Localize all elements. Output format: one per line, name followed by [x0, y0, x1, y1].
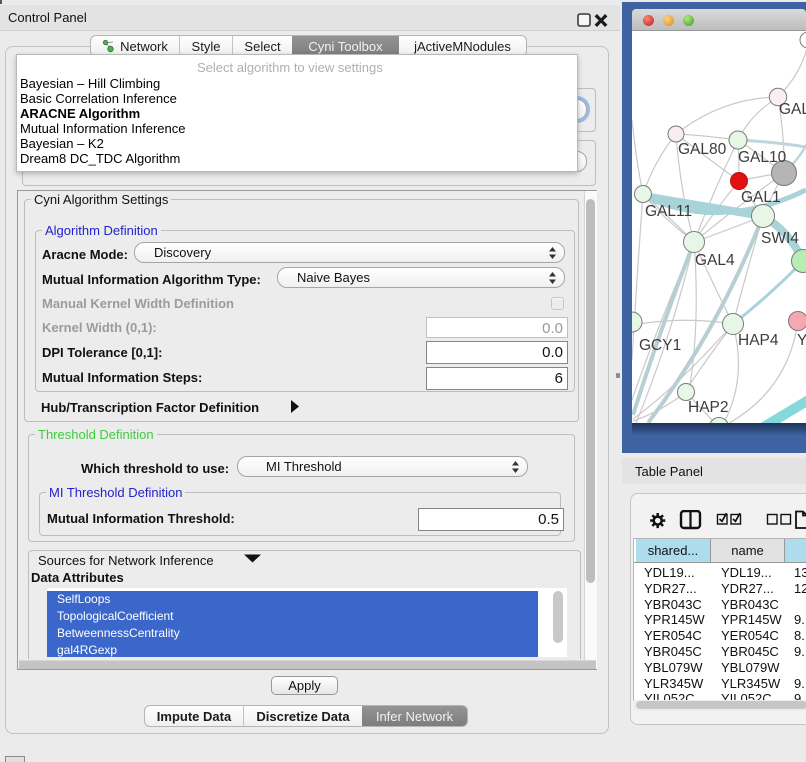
svg-text:GAL11: GAL11 [645, 203, 692, 220]
svg-text:GCY1: GCY1 [639, 337, 681, 354]
svg-text:GAL4: GAL4 [695, 252, 735, 269]
svg-text:GAL80: GAL80 [678, 141, 727, 158]
svg-text:YM: YM [797, 332, 806, 349]
svg-text:SWI4: SWI4 [761, 230, 799, 247]
svg-text:GAL10: GAL10 [738, 149, 787, 166]
svg-text:GAL1: GAL1 [741, 189, 781, 206]
svg-text:HAP2: HAP2 [688, 399, 729, 416]
svg-text:GAL2: GAL2 [779, 101, 806, 118]
svg-text:HAP4: HAP4 [738, 332, 779, 349]
